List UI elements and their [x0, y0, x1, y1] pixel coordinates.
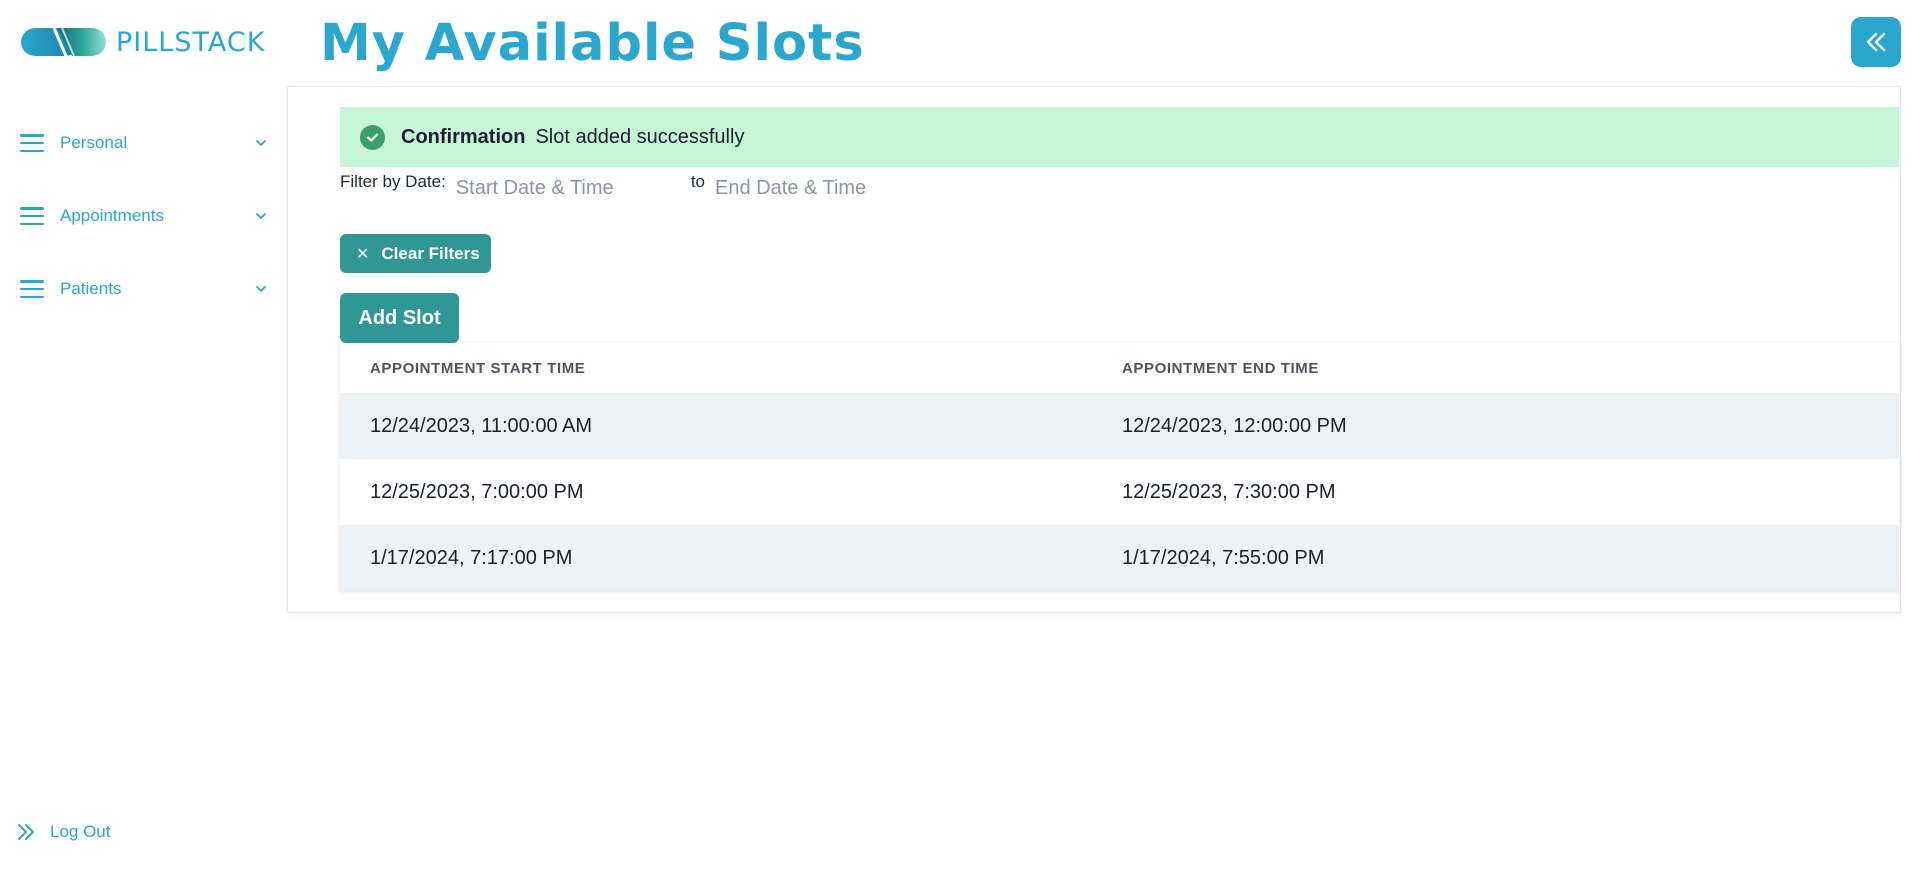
add-slot-button[interactable]: Add Slot [340, 293, 459, 343]
success-alert: Confirmation Slot added successfully [340, 107, 1899, 167]
cell-start-time: 12/24/2023, 11:00:00 AM [370, 414, 593, 437]
alert-title: Confirmation [401, 125, 526, 148]
check-circle-icon [360, 124, 385, 150]
sidebar-item-label: Patients [60, 279, 122, 298]
collapse-sidebar-button[interactable] [1851, 17, 1901, 67]
table-row: 1/17/2024, 7:17:00 PM 1/17/2024, 7:55:00… [340, 525, 1899, 591]
menu-icon [20, 134, 44, 152]
table-row: 12/24/2023, 11:00:00 AM 12/24/2023, 12:0… [340, 393, 1899, 459]
pill-logo-icon [21, 27, 106, 57]
filter-to-label: to [690, 172, 705, 191]
app-logo[interactable]: PILLSTACK [20, 24, 265, 60]
clear-filters-button[interactable]: ✕ Clear Filters [340, 234, 491, 273]
logout-label: Log Out [50, 822, 111, 841]
close-icon: ✕ [356, 245, 370, 263]
slots-table: APPOINTMENT START TIME APPOINTMENT END T… [340, 343, 1899, 591]
double-chevron-left-icon [1866, 32, 1886, 52]
table-row: 12/25/2023, 7:00:00 PM 12/25/2023, 7:30:… [340, 459, 1899, 525]
clear-filters-label: Clear Filters [381, 243, 480, 263]
menu-icon [20, 280, 44, 298]
chevron-down-icon [256, 213, 266, 219]
page-title: My Available Slots [320, 14, 865, 73]
cell-end-time: 12/24/2023, 12:00:00 PM [1122, 414, 1347, 437]
cell-start-time: 12/25/2023, 7:00:00 PM [370, 480, 584, 503]
cell-end-time: 12/25/2023, 7:30:00 PM [1122, 480, 1336, 503]
filter-label: Filter by Date: [340, 172, 446, 191]
table-header: APPOINTMENT START TIME APPOINTMENT END T… [340, 343, 1899, 393]
cell-start-time: 1/17/2024, 7:17:00 PM [370, 546, 573, 569]
sidebar-item-label: Appointments [60, 206, 164, 225]
sidebar-item-appointments[interactable]: Appointments [20, 196, 268, 236]
double-chevron-right-icon [18, 824, 34, 840]
alert-message: Slot added successfully [535, 125, 745, 148]
date-filter: Filter by Date: to [340, 170, 950, 210]
sidebar-item-personal[interactable]: Personal [20, 123, 268, 163]
chevron-down-icon [256, 140, 266, 146]
sidebar-item-label: Personal [60, 133, 128, 152]
cell-end-time: 1/17/2024, 7:55:00 PM [1122, 546, 1325, 569]
end-date-input[interactable] [715, 170, 950, 200]
logout-button[interactable]: Log Out [16, 822, 111, 842]
chevron-down-icon [256, 286, 266, 292]
start-date-input[interactable] [455, 170, 691, 200]
sidebar: PILLSTACK Personal Appointments Patients… [0, 0, 287, 875]
column-header-end[interactable]: APPOINTMENT END TIME [1122, 360, 1899, 377]
brand-name: PILLSTACK [116, 26, 266, 58]
column-header-start[interactable]: APPOINTMENT START TIME [340, 360, 1122, 377]
sidebar-item-patients[interactable]: Patients [20, 269, 268, 309]
menu-icon [20, 207, 44, 225]
